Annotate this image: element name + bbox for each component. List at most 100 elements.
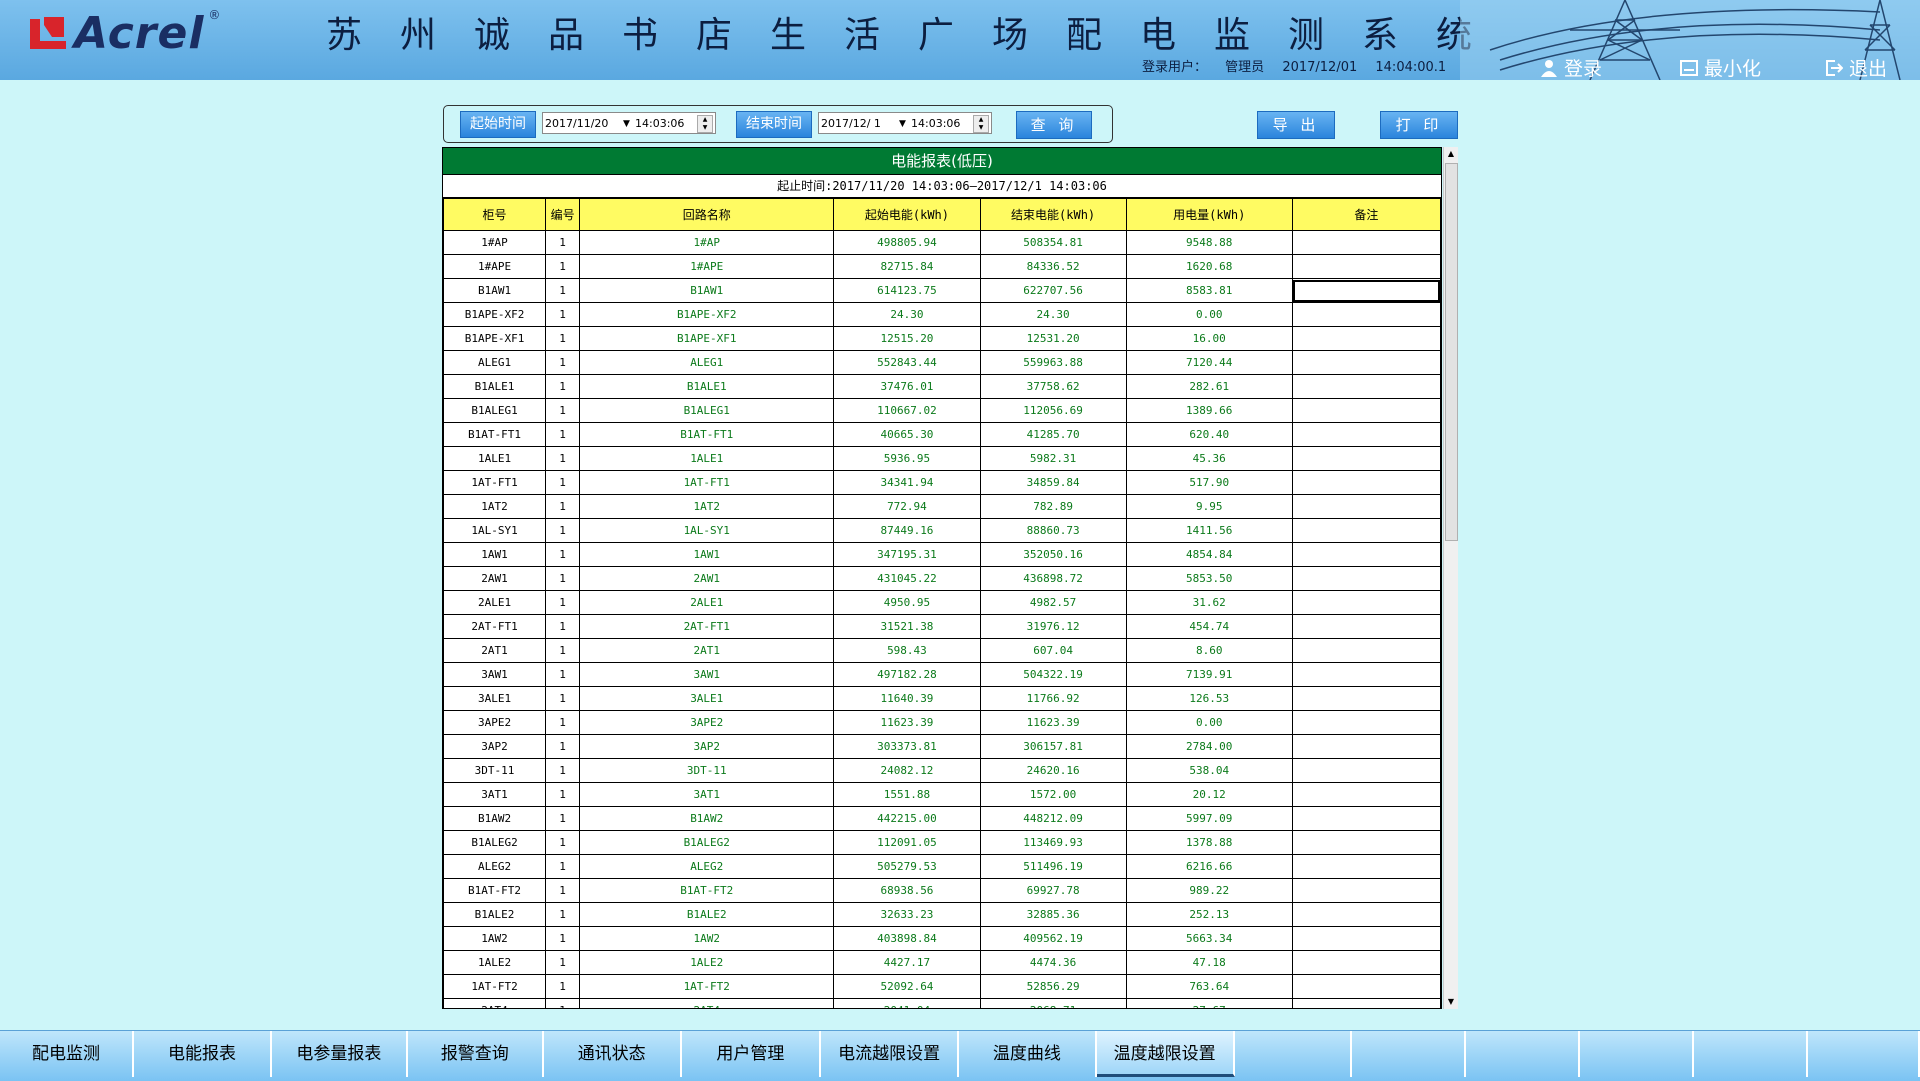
export-button[interactable]: 导 出 [1257, 111, 1335, 139]
logout-button[interactable]: 退出 [1825, 54, 1887, 80]
cell-remark[interactable] [1291, 230, 1441, 255]
cell-consumption: 1389.66 [1125, 398, 1293, 423]
scroll-thumb[interactable] [1445, 163, 1458, 541]
cell-end-energy: 113469.93 [979, 830, 1127, 855]
cell-number: 1 [545, 902, 581, 927]
cell-start-energy: 32633.23 [833, 902, 981, 927]
cell-remark[interactable] [1291, 950, 1441, 975]
cell-circuit-name: 2ALE1 [579, 590, 835, 615]
cell-remark[interactable] [1291, 566, 1441, 591]
cell-start-energy: 303373.81 [833, 734, 981, 759]
cell-remark[interactable] [1291, 758, 1441, 783]
cell-remark[interactable] [1291, 494, 1441, 519]
table-row: 1AT2 1 1AT2 772.94 782.89 9.95 [443, 494, 1441, 519]
cell-remark[interactable] [1291, 734, 1441, 759]
table-row: 2AW1 1 2AW1 431045.22 436898.72 5853.50 [443, 566, 1441, 591]
cell-circuit-name: 3AT1 [579, 782, 835, 807]
cell-circuit-name: 1#APE [579, 254, 835, 279]
nav-tab-5[interactable]: 通讯状态 [544, 1031, 682, 1077]
nav-tab-8[interactable]: 温度曲线 [959, 1031, 1097, 1077]
cell-cabinet: 3APE2 [443, 710, 547, 735]
table-row: 2ALE1 1 2ALE1 4950.95 4982.57 31.62 [443, 590, 1441, 615]
cell-remark[interactable] [1291, 542, 1441, 567]
nav-tab-7[interactable]: 电流越限设置 [821, 1031, 959, 1077]
cell-remark[interactable] [1291, 926, 1441, 951]
current-time: 14:04:00.1 [1375, 60, 1447, 75]
nav-tab-6[interactable]: 用户管理 [682, 1031, 822, 1077]
cell-circuit-name: 1ALE2 [579, 950, 835, 975]
cell-remark[interactable] [1291, 326, 1441, 351]
cell-remark[interactable] [1291, 662, 1441, 687]
cell-end-energy: 607.04 [979, 638, 1127, 663]
cell-remark[interactable] [1291, 830, 1441, 855]
cell-number: 1 [545, 446, 581, 471]
cell-remark[interactable] [1291, 806, 1441, 831]
cell-end-energy: 52856.29 [979, 974, 1127, 999]
cell-consumption: 5997.09 [1125, 806, 1293, 831]
scroll-down-icon[interactable]: ▼ [1444, 995, 1458, 1009]
nav-tab-4[interactable]: 报警查询 [408, 1031, 544, 1077]
time-spinner-icon[interactable]: ▲ ▼ [697, 115, 713, 133]
cell-remark[interactable] [1291, 398, 1441, 423]
cell-remark[interactable] [1291, 686, 1441, 711]
cell-cabinet: 3AP2 [443, 734, 547, 759]
table-row: 1AT-FT2 1 1AT-FT2 52092.64 52856.29 763.64 [443, 974, 1441, 999]
end-date-value: 2017/12/ 1 [821, 117, 881, 130]
login-button[interactable]: 登录 [1540, 54, 1602, 80]
cell-remark[interactable] [1291, 878, 1441, 903]
current-date: 2017/12/01 [1282, 60, 1358, 75]
energy-report: 电能报表(低压) 起止时间:2017/11/20 14:03:06—2017/1… [442, 147, 1442, 1009]
cell-remark[interactable] [1291, 278, 1441, 303]
cell-circuit-name: 2AT-FT1 [579, 614, 835, 639]
cell-consumption: 0.00 [1125, 302, 1293, 327]
cell-remark[interactable] [1291, 590, 1441, 615]
chevron-down-icon[interactable]: ▼ [899, 113, 906, 135]
time-spinner-icon[interactable]: ▲ ▼ [973, 115, 989, 133]
table-row: B1APE-XF2 1 B1APE-XF2 24.30 24.30 0.00 [443, 302, 1441, 327]
cell-consumption: 5853.50 [1125, 566, 1293, 591]
chevron-down-icon[interactable]: ▼ [623, 113, 630, 135]
start-datetime-picker[interactable]: 2017/11/20 ▼ 14:03:06 ▲ ▼ [542, 112, 716, 134]
cell-circuit-name: 3AW1 [579, 662, 835, 687]
cell-remark[interactable] [1291, 974, 1441, 999]
scroll-up-icon[interactable]: ▲ [1444, 147, 1458, 161]
cell-remark[interactable] [1291, 902, 1441, 927]
cell-start-energy: 68938.56 [833, 878, 981, 903]
cell-remark[interactable] [1291, 998, 1441, 1008]
report-scrollbar[interactable]: ▲ ▼ [1443, 147, 1458, 1009]
query-button[interactable]: 查 询 [1016, 111, 1092, 139]
cell-start-energy: 87449.16 [833, 518, 981, 543]
cell-consumption: 252.13 [1125, 902, 1293, 927]
table-row: 2AT412AT42041.042068.7127.67 [443, 998, 1441, 1008]
cell-circuit-name: 1AW1 [579, 542, 835, 567]
nav-tab-9[interactable]: 温度越限设置 [1096, 1031, 1235, 1077]
cell-remark[interactable] [1291, 782, 1441, 807]
end-datetime-picker[interactable]: 2017/12/ 1 ▼ 14:03:06 ▲ ▼ [818, 112, 992, 134]
cell-remark[interactable] [1291, 710, 1441, 735]
nav-tab-3[interactable]: 电参量报表 [272, 1031, 408, 1077]
cell-circuit-name: 2AT1 [579, 638, 835, 663]
cell-start-energy: 552843.44 [833, 350, 981, 375]
cell-remark[interactable] [1291, 638, 1441, 663]
cell-remark[interactable] [1291, 518, 1441, 543]
cell-number: 1 [545, 350, 581, 375]
cell-number: 1 [545, 326, 581, 351]
nav-tab-2[interactable]: 电能报表 [134, 1031, 272, 1077]
cell-number: 1 [545, 470, 581, 495]
cell-remark[interactable] [1291, 374, 1441, 399]
cell-consumption: 8583.81 [1125, 278, 1293, 303]
cell-remark[interactable] [1291, 470, 1441, 495]
cell-cabinet: B1APE-XF1 [443, 326, 547, 351]
cell-remark[interactable] [1291, 422, 1441, 447]
minimize-button[interactable]: 最小化 [1680, 54, 1761, 80]
nav-tab-1[interactable]: 配电监测 [0, 1031, 135, 1077]
cell-remark[interactable] [1291, 614, 1441, 639]
cell-remark[interactable] [1291, 254, 1441, 279]
print-button[interactable]: 打 印 [1380, 111, 1458, 139]
cell-remark[interactable] [1291, 302, 1441, 327]
cell-remark[interactable] [1291, 854, 1441, 879]
cell-cabinet: 1#APE [443, 254, 547, 279]
cell-number: 1 [545, 638, 581, 663]
cell-remark[interactable] [1291, 446, 1441, 471]
cell-remark[interactable] [1291, 350, 1441, 375]
